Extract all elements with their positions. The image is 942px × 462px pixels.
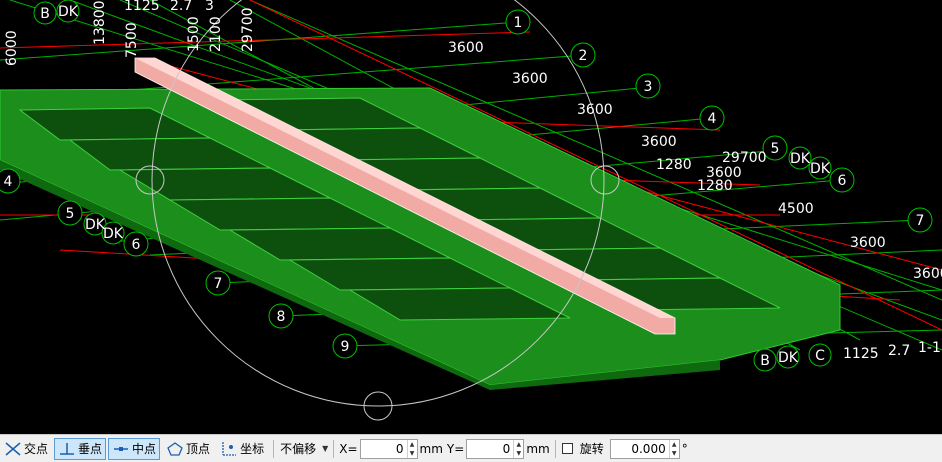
dimension-label: 3600 (850, 235, 886, 251)
axis-letter-label: B (40, 6, 50, 22)
rotate-angle-input[interactable]: 0.000 ▲ ▼ (609, 438, 680, 459)
axis-letter-label: DK (778, 350, 799, 366)
y-value: 0 (502, 441, 511, 456)
toolbar-separator (333, 439, 335, 458)
rotate-spinner[interactable]: ▲ ▼ (668, 439, 679, 458)
dimension-label: 1125 (843, 346, 879, 362)
snap-coordinate-label: 坐标 (240, 442, 265, 456)
cad-3d-viewport[interactable]: 1 2 3 4 5 6 7 4 5 6 7 8 9 B DK DK DK DK … (0, 0, 942, 434)
toolbar-separator (554, 439, 556, 458)
axis-bubble-label: 2 (579, 48, 588, 64)
snap-vertex-label: 顶点 (186, 442, 211, 456)
perpendicular-icon (60, 442, 75, 455)
axis-bubble-label: 7 (916, 213, 925, 229)
axis-bubble-label: 3 (644, 79, 653, 95)
rotate-checkbox[interactable] (561, 443, 573, 454)
snap-toolbar: 交点 垂点 中点 顶点 坐标 不偏移 ▼ X= 0 ▲ ▼ mm Y= 0 ▲ ▼ … (0, 434, 942, 462)
axis-bubble-label: 7 (214, 276, 223, 292)
axis-bubble-label: 8 (277, 309, 286, 325)
dimension-label: 3600 (577, 102, 613, 118)
rotate-label: 旋转 (579, 442, 604, 456)
axis-bubble-label: 5 (771, 141, 780, 157)
y-unit: mm (526, 441, 550, 456)
axis-letter-label: B (760, 353, 770, 369)
dimension-label: 1125 (124, 0, 160, 14)
offset-mode-dropdown[interactable]: 不偏移 ▼ (277, 439, 330, 459)
snap-midpoint-label: 中点 (132, 442, 157, 456)
snap-perpendicular-button[interactable]: 垂点 (54, 437, 107, 460)
dimension-label: 6000 (4, 30, 20, 66)
dimension-label: 3 (205, 0, 214, 14)
dimension-label: 29700 (722, 150, 767, 166)
axis-bubble-label: 9 (341, 339, 350, 355)
dimension-label: 2.7 (888, 343, 910, 359)
toolbar-separator (273, 439, 275, 458)
x-unit: mm (419, 441, 443, 456)
axis-bubble-label: 1 (514, 15, 523, 31)
snap-vertex-button[interactable]: 顶点 (162, 438, 214, 460)
dimension-label: 1280 (697, 178, 733, 194)
dimension-label: 29700 (240, 7, 256, 52)
snap-coordinate-button[interactable]: 坐标 (216, 438, 268, 460)
axis-letter-label: DK (790, 151, 811, 167)
rotate-value: 0.000 (631, 441, 666, 456)
dimension-label: 3600 (641, 134, 677, 150)
dimension-label: 2.7 (170, 0, 192, 14)
axis-letter-label: C (815, 348, 825, 364)
dimension-label: 1280 (656, 157, 692, 173)
y-label: Y= (446, 441, 465, 456)
axis-bubble-label: 6 (132, 237, 141, 253)
snap-midpoint-button[interactable]: 中点 (108, 437, 161, 460)
dimension-label: 3600 (512, 71, 548, 87)
intersection-icon (5, 441, 21, 456)
axis-letter-label: DK (103, 226, 124, 242)
dimension-label: 7500 (124, 22, 140, 58)
dimension-label: 3600 (913, 266, 942, 282)
axis-letter-label: DK (58, 4, 79, 20)
x-spinner[interactable]: ▲ ▼ (406, 439, 417, 458)
axis-bubble-label: 6 (838, 173, 847, 189)
vertex-icon (167, 441, 183, 456)
axis-letter-label: DK (810, 161, 831, 177)
x-label: X= (339, 441, 358, 456)
axis-bubble-label: 4 (4, 174, 13, 190)
dimension-label: 4500 (778, 201, 814, 217)
dimension-label: 1-1 (918, 340, 941, 356)
dimension-label: 13800 (92, 0, 108, 45)
snap-perpendicular-label: 垂点 (78, 442, 103, 456)
dimension-label: 1500 (186, 16, 202, 52)
y-spinner[interactable]: ▲ ▼ (513, 439, 523, 458)
degree-symbol: ° (681, 441, 688, 456)
axis-bubble-label: 4 (708, 111, 717, 127)
coordinate-icon (222, 441, 237, 456)
dimension-label: 3600 (448, 40, 484, 56)
model-canvas[interactable]: 1 2 3 4 5 6 7 4 5 6 7 8 9 B DK DK DK DK … (0, 0, 942, 434)
axis-bubble-label: 5 (66, 206, 75, 222)
y-coordinate-input[interactable]: 0 ▲ ▼ (466, 438, 525, 459)
chevron-down-icon: ▼ (322, 444, 329, 453)
x-coordinate-input[interactable]: 0 ▲ ▼ (359, 438, 418, 459)
midpoint-icon (114, 446, 129, 451)
snap-intersection-button[interactable]: 交点 (0, 438, 52, 460)
snap-intersection-label: 交点 (24, 442, 49, 456)
x-value: 0 (395, 441, 404, 456)
dimension-label: 2100 (208, 16, 224, 52)
offset-mode-value: 不偏移 (280, 442, 317, 456)
